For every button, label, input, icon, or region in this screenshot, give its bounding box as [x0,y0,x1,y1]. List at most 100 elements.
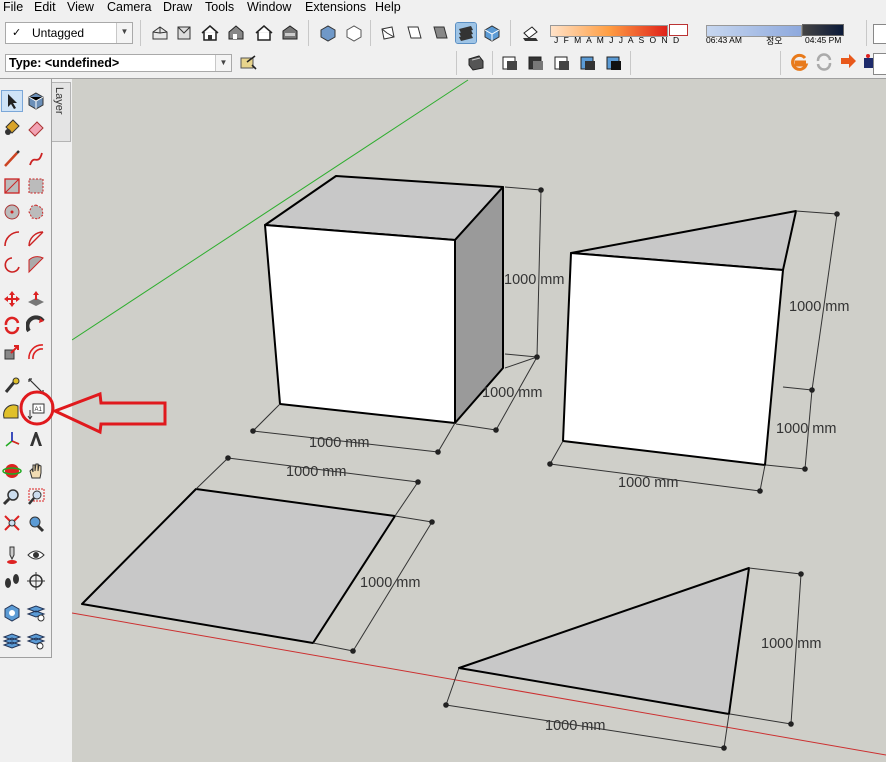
layer-panel-tab[interactable]: Layer [52,82,71,142]
paint-bucket-icon[interactable] [2,117,22,137]
polygon-tool-icon[interactable] [26,202,46,222]
prism-front-face[interactable] [562,252,784,466]
iso-view-icon[interactable] [150,23,170,43]
two-point-arc-icon[interactable] [26,229,46,249]
push-pull-icon[interactable] [26,289,46,309]
rectangle-tool-icon[interactable] [2,176,22,196]
text-tool-icon[interactable]: A1 [26,402,46,422]
component-tool-icon[interactable] [26,91,46,111]
back-view-icon[interactable] [254,23,274,43]
section-plane-tool-icon[interactable] [26,571,46,591]
zoom-window-icon[interactable] [26,487,46,507]
section-3-icon[interactable] [552,53,572,73]
dim-triangle-right[interactable]: 1000 mm [761,636,821,652]
axes-tool-icon[interactable] [2,429,22,449]
stack-settings-icon[interactable] [26,631,46,651]
move-tool-icon[interactable] [2,289,22,309]
square-face[interactable] [81,488,396,644]
chevron-down-icon[interactable]: ▼ [116,23,132,43]
extension-warehouse-icon[interactable] [790,52,810,72]
chevron-down-icon[interactable]: ▼ [215,55,231,71]
rotate-tool-icon[interactable] [2,315,22,335]
follow-me-icon[interactable] [26,315,46,335]
dim-square-top[interactable]: 1000 mm [286,464,346,480]
menu-draw[interactable]: Draw [163,0,192,15]
menu-window[interactable]: Window [247,0,291,15]
menu-camera[interactable]: Camera [107,0,151,15]
dimension-tool-icon[interactable] [26,376,46,396]
shaded-icon[interactable] [404,23,424,43]
zoom-extents-icon[interactable] [2,513,22,533]
left-view-icon[interactable] [280,23,300,43]
previous-view-icon[interactable] [26,513,46,533]
rotated-rectangle-icon[interactable] [26,176,46,196]
menu-file[interactable]: File [3,0,23,15]
tape-measure-icon[interactable] [2,376,22,396]
arc-tool-icon[interactable] [2,229,22,249]
dim-cube-depth[interactable]: 1000 mm [482,385,542,401]
shadow-time-end: 04:45 PM [805,35,842,45]
line-tool-icon[interactable] [2,149,22,169]
monochrome-icon[interactable] [455,22,477,44]
wireframe-style-icon[interactable] [344,23,364,43]
layers-config-icon[interactable] [26,603,46,623]
dim-cube-width[interactable]: 1000 mm [309,435,369,451]
dim-prism-top-depth[interactable]: 1000 mm [789,299,849,315]
dim-cube-height[interactable]: 1000 mm [504,272,564,288]
triangle-face[interactable] [458,567,750,715]
look-around-icon[interactable] [26,545,46,565]
dim-square-right[interactable]: 1000 mm [360,575,420,591]
menu-view[interactable]: View [67,0,94,15]
freehand-tool-icon[interactable] [26,149,46,169]
xray-style-icon[interactable] [318,23,338,43]
arrow-right-icon[interactable] [838,52,858,72]
shaded-textures-icon[interactable] [430,23,450,43]
triangular-prism[interactable] [562,210,797,466]
tag-value: Untagged [32,26,85,40]
hidden-line-icon[interactable] [378,23,398,43]
top-view-icon[interactable] [174,23,194,43]
position-camera-icon[interactable] [2,545,22,565]
shadows-toggle-icon[interactable] [520,23,540,43]
dim-prism-height[interactable]: 1000 mm [776,421,836,437]
type-selector[interactable]: Type: <undefined> ▼ [5,54,232,72]
section-4-icon[interactable] [578,53,598,73]
stack-layers-icon[interactable] [2,631,22,651]
pie-tool-icon[interactable] [26,255,46,275]
model-viewport[interactable]: 1000 mm 1000 mm 1000 mm 1000 mm 1000 mm … [72,79,886,762]
tools-toolbar: A1 [0,79,52,658]
sync-icon[interactable] [814,52,834,72]
back-edges-icon[interactable] [482,23,502,43]
section-2-icon[interactable] [526,53,546,73]
dim-triangle-bottom[interactable]: 1000 mm [545,718,605,734]
cube-front-face[interactable] [264,224,456,424]
right-view-icon[interactable] [226,23,246,43]
orbit-tool-icon[interactable] [2,461,22,481]
3d-text-icon[interactable] [26,429,46,449]
model-info-icon[interactable] [2,603,22,623]
menu-edit[interactable]: Edit [34,0,56,15]
eraser-icon[interactable] [26,117,46,137]
panel-close-icon[interactable] [873,53,886,75]
dim-prism-width[interactable]: 1000 mm [618,475,678,491]
three-point-arc-icon[interactable] [2,255,22,275]
walk-tool-icon[interactable] [2,571,22,591]
front-view-icon[interactable] [200,23,220,43]
cube[interactable] [264,175,504,424]
offset-tool-icon[interactable] [26,342,46,362]
panel-close-icon[interactable] [873,24,886,44]
pan-tool-icon[interactable] [26,461,46,481]
protractor-icon[interactable] [2,402,22,422]
section-plane-icon[interactable] [466,53,486,73]
zoom-tool-icon[interactable] [2,487,22,507]
scale-tool-icon[interactable] [2,342,22,362]
select-tool-icon[interactable] [1,90,23,112]
circle-tool-icon[interactable] [2,202,22,222]
section-5-icon[interactable] [604,53,624,73]
section-1-icon[interactable] [500,53,520,73]
menu-tools[interactable]: Tools [205,0,234,15]
menu-extensions[interactable]: Extensions [305,0,366,15]
menu-help[interactable]: Help [375,0,401,15]
tag-selector[interactable]: ✓ Untagged ▼ [5,22,133,44]
classifier-icon[interactable] [238,53,258,73]
